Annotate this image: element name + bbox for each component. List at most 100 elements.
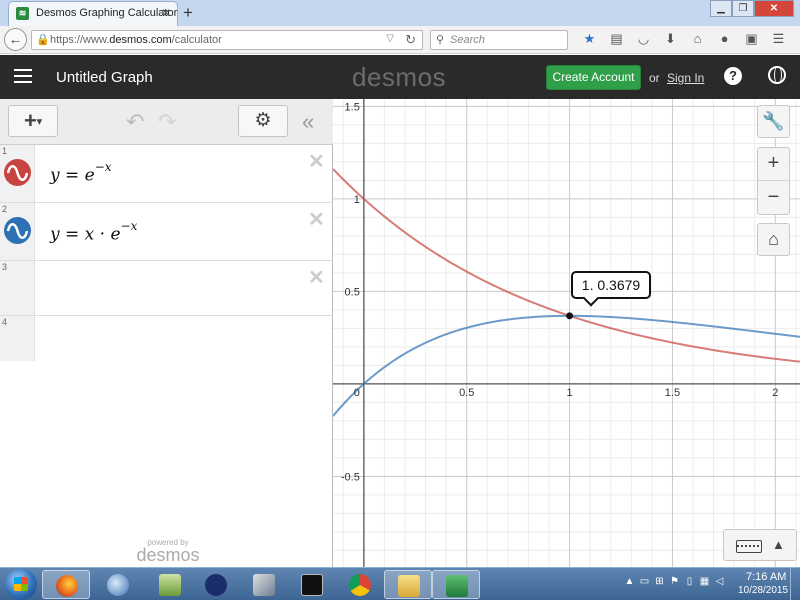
- desmos-logo: desmos: [352, 62, 447, 92]
- redo-icon[interactable]: ↷: [158, 109, 176, 135]
- restore-icon[interactable]: ❐: [732, 0, 754, 17]
- taskbar-tools[interactable]: [240, 570, 288, 599]
- expression-row[interactable]: 3 ✕: [0, 261, 333, 316]
- menu-icon[interactable]: ☰: [765, 31, 792, 47]
- delete-expression-icon[interactable]: ✕: [308, 207, 325, 232]
- tray-expand-icon[interactable]: ▲: [622, 576, 637, 587]
- zoom-in-button[interactable]: +: [758, 148, 789, 181]
- delete-expression-icon[interactable]: ✕: [308, 149, 325, 174]
- cmd-icon: [301, 574, 323, 596]
- chat-icon[interactable]: ●: [711, 31, 738, 47]
- show-desktop-button[interactable]: [790, 568, 800, 600]
- keyboard-icon: [736, 540, 762, 553]
- new-tab-icon[interactable]: +: [183, 3, 193, 23]
- expression-formula[interactable]: y = x · e−x: [50, 219, 137, 245]
- y-tick-label: -0.5: [341, 471, 360, 483]
- tray-power-icon[interactable]: ▯: [682, 576, 697, 587]
- thunderbird-icon: [107, 574, 129, 596]
- graph-paper[interactable]: 0.5 1 1.5 2 1.5 1 0.5 -0.5 0 1, 0.3679 🔧 + − ⌂ ▲: [333, 99, 800, 567]
- tray-windows-icon[interactable]: ⊞: [652, 576, 667, 587]
- system-tray: ▲ ▭ ⊞ ⚑ ▯ ▦ ◁: [622, 576, 727, 587]
- home-view-icon[interactable]: ⌂: [757, 223, 790, 256]
- pocket-icon[interactable]: ◡: [630, 31, 657, 47]
- network-icon: [159, 574, 181, 596]
- expression-toolbar: +▾ ↶ ↷ ⚙ «: [0, 99, 333, 145]
- taskbar-folder[interactable]: [384, 570, 432, 599]
- gear-icon[interactable]: ⚙: [238, 105, 288, 137]
- search-placeholder: Search: [450, 34, 485, 46]
- reload-icon[interactable]: ↻: [405, 32, 416, 48]
- sign-in-link[interactable]: Sign In: [667, 71, 704, 85]
- taskbar-cmd[interactable]: [288, 570, 336, 599]
- clock-time[interactable]: 7:16 AM: [746, 571, 786, 583]
- tools-icon: [253, 574, 275, 596]
- minimize-icon[interactable]: ▁: [710, 0, 732, 17]
- url-text: https://www.desmos.com/calculator: [50, 34, 222, 46]
- expression-number: 1: [2, 146, 8, 156]
- delete-expression-icon[interactable]: ✕: [308, 265, 325, 290]
- undo-icon[interactable]: ↶: [126, 109, 144, 135]
- add-expression-button[interactable]: +▾: [8, 105, 58, 137]
- taskbar-firefox[interactable]: [42, 570, 90, 599]
- y-tick-label: 1: [354, 194, 360, 206]
- expression-gutter: 4: [0, 316, 35, 361]
- x-tick-label: 1.5: [665, 387, 680, 399]
- curves: [333, 168, 800, 417]
- x-tick-label: 0.5: [459, 387, 474, 399]
- globe-icon[interactable]: [768, 66, 786, 84]
- graph-title[interactable]: Untitled Graph: [56, 69, 153, 86]
- expression-color-icon[interactable]: [4, 217, 31, 244]
- intersection-point[interactable]: [566, 312, 574, 320]
- expression-gutter: 3: [0, 261, 35, 315]
- tray-network-icon[interactable]: ▦: [697, 576, 712, 587]
- hamburger-icon[interactable]: [14, 69, 32, 83]
- axes: [333, 99, 800, 567]
- extension-icon[interactable]: ▣: [738, 31, 765, 47]
- graph-canvas[interactable]: 0.5 1 1.5 2 1.5 1 0.5 -0.5 0: [333, 99, 800, 567]
- expression-row[interactable]: 4: [0, 316, 333, 361]
- keyboard-toggle-button[interactable]: ▲: [723, 529, 797, 561]
- taskbar-app-d[interactable]: [192, 570, 240, 599]
- reading-list-icon[interactable]: ▤: [603, 31, 630, 47]
- expression-row[interactable]: 2 y = x · e−x ✕: [0, 203, 333, 261]
- help-icon[interactable]: ?: [724, 67, 742, 85]
- x-tick-label: 2: [772, 387, 778, 399]
- desmos-favicon-icon: ≋: [16, 7, 29, 20]
- url-dropdown-icon[interactable]: ▽: [386, 33, 394, 44]
- app-d-icon: [205, 574, 227, 596]
- home-icon[interactable]: ⌂: [684, 31, 711, 47]
- expression-row[interactable]: 1 y = e−x ✕: [0, 145, 333, 203]
- window-controls: ▁ ❐ ✕: [710, 0, 794, 18]
- taskbar-excel[interactable]: [432, 570, 480, 599]
- desmos-header: Untitled Graph desmos Create Account or …: [0, 55, 800, 99]
- download-icon[interactable]: ⬇: [657, 31, 684, 47]
- expression-color-icon[interactable]: [4, 159, 31, 186]
- taskbar-thunderbird[interactable]: [94, 570, 142, 599]
- clock-date[interactable]: 10/28/2015: [738, 585, 788, 596]
- y-tick-label: 1.5: [345, 101, 360, 113]
- search-bar[interactable]: ⚲ Search: [430, 30, 568, 50]
- create-account-button[interactable]: Create Account: [546, 65, 641, 90]
- search-icon: ⚲: [436, 34, 445, 46]
- url-bar[interactable]: 🔒 https://www.desmos.com/calculator ▽ ↻: [31, 30, 423, 50]
- tray-device-icon[interactable]: ▭: [637, 576, 652, 587]
- start-button[interactable]: [5, 569, 37, 600]
- zoom-out-button[interactable]: −: [758, 182, 789, 215]
- tray-flag-icon[interactable]: ⚑: [667, 576, 682, 587]
- taskbar-network[interactable]: [146, 570, 194, 599]
- tray-volume-icon[interactable]: ◁: [712, 576, 727, 587]
- tab-close-icon[interactable]: ✕: [161, 6, 171, 20]
- star-icon[interactable]: ★: [576, 31, 603, 47]
- chrome-icon: [349, 574, 371, 596]
- lock-icon: 🔒: [36, 34, 50, 46]
- back-button[interactable]: ←: [4, 28, 27, 51]
- taskbar-chrome[interactable]: [336, 570, 384, 599]
- expression-gutter: 2: [0, 203, 35, 260]
- wrench-icon[interactable]: 🔧: [757, 105, 790, 138]
- close-window-icon[interactable]: ✕: [754, 0, 794, 17]
- major-gridlines: [333, 99, 800, 567]
- expression-formula[interactable]: y = e−x: [50, 160, 112, 186]
- browser-tab[interactable]: ≋ Desmos Graphing Calculator ✕: [8, 1, 178, 26]
- points[interactable]: [566, 312, 574, 320]
- collapse-panel-icon[interactable]: «: [302, 109, 314, 135]
